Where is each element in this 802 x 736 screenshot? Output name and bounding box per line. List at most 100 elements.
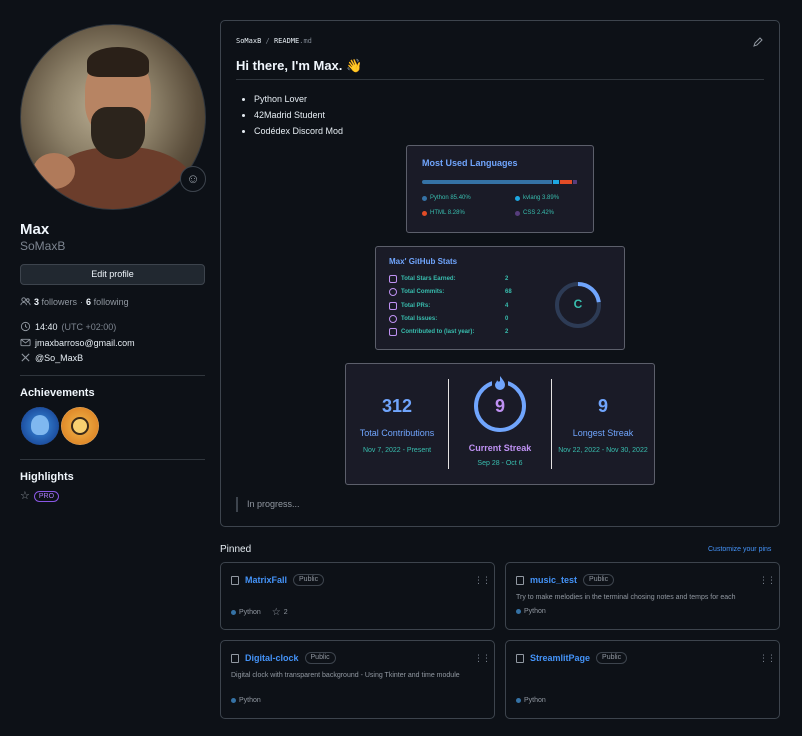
x-handle-link[interactable]: @So_MaxB xyxy=(35,353,83,363)
following-label: following xyxy=(93,296,129,307)
edit-profile-button[interactable]: Edit profile xyxy=(20,264,205,285)
drag-handle-icon[interactable]: ⋮⋮ xyxy=(759,653,776,664)
repo-header: StreamlitPage Public xyxy=(516,652,628,664)
stat-row: Total Stars Earned: xyxy=(389,275,456,283)
language-label: Python 85.40% xyxy=(430,195,471,201)
repo-stars-link[interactable]: 2 xyxy=(284,609,288,616)
repo-language: Python xyxy=(524,697,546,704)
smiley-icon: ☺ xyxy=(186,171,200,186)
pro-highlight: ☆ PRO xyxy=(20,491,60,502)
yolo-icon xyxy=(71,417,89,435)
repo-link[interactable]: music_test xyxy=(530,575,577,585)
repo-icon xyxy=(516,575,524,585)
language-label: kvlang 3.89% xyxy=(523,195,560,201)
languages-bar xyxy=(422,180,578,184)
language-dot xyxy=(516,609,521,614)
achievement-badge-yolo[interactable] xyxy=(61,407,99,445)
profile-name: Max xyxy=(20,221,50,238)
stat-row: Contributed to (last year): xyxy=(389,328,474,336)
timezone-value: (UTC +02:00) xyxy=(61,321,117,332)
divider xyxy=(20,375,205,376)
separator-dot: · xyxy=(80,296,84,307)
shark-icon xyxy=(31,415,49,435)
star-icon: ☆ xyxy=(271,607,281,618)
highlights-title: Highlights xyxy=(20,471,74,483)
local-time: 14:40 (UTC +02:00) xyxy=(20,321,116,332)
people-icon xyxy=(20,297,31,306)
drag-handle-icon[interactable]: ⋮⋮ xyxy=(474,653,491,664)
repo-header: Digital-clock Public xyxy=(231,652,336,664)
repo-language: Python xyxy=(239,697,261,704)
stats-card-title: Max' GitHub Stats xyxy=(389,257,458,266)
profile-username: SoMaxB xyxy=(20,239,66,253)
issue-icon xyxy=(389,315,397,323)
language-dot xyxy=(231,610,236,615)
longest-streak-value: 9 xyxy=(597,396,608,416)
repo-description: Try to make melodies in the terminal cho… xyxy=(516,594,736,601)
stat-label: Contributed to (last year): xyxy=(401,329,475,335)
stat-label: Total Stars Earned: xyxy=(401,276,456,282)
set-status-button[interactable]: ☺ xyxy=(180,166,206,192)
visibility-badge: Public xyxy=(293,574,325,586)
stat-value: 2 xyxy=(505,329,509,335)
total-contributions-label: Total Contributions xyxy=(359,428,435,438)
total-contributions-value: 312 xyxy=(381,396,413,416)
repo-meta: Python xyxy=(516,697,546,704)
clock-icon xyxy=(20,321,31,332)
stat-row: Total Commits: xyxy=(389,288,444,296)
longest-streak-range: Nov 22, 2022 - Nov 30, 2022 xyxy=(558,447,648,454)
stat-label: Total Issues: xyxy=(401,316,438,322)
readme-path: SoMaxB / README.md xyxy=(236,37,312,45)
language-item: Python 85.40% xyxy=(422,195,471,201)
visibility-badge: Public xyxy=(596,652,628,664)
streak-divider xyxy=(448,379,449,469)
achievements-title[interactable]: Achievements xyxy=(20,387,95,399)
edit-readme-button[interactable] xyxy=(752,36,764,50)
repo-link[interactable]: MatrixFall xyxy=(245,575,287,585)
list-item: 42Madrid Student xyxy=(254,107,343,123)
current-streak-value: 9 xyxy=(494,396,505,416)
stat-row: Total Issues: xyxy=(389,315,437,323)
repo-icon xyxy=(516,653,524,663)
following-link[interactable]: 6 following xyxy=(86,297,129,307)
avatar-photo-beard xyxy=(91,107,145,159)
profile-avatar[interactable] xyxy=(20,24,206,210)
repo-link[interactable]: StreamlitPage xyxy=(530,653,590,663)
customize-pins-link[interactable]: Customize your pins xyxy=(708,546,771,553)
stat-value: 68 xyxy=(505,289,512,295)
repo-meta: Python xyxy=(516,608,546,615)
repo-language: Python xyxy=(239,609,261,616)
path-separator: / xyxy=(265,37,270,45)
pro-badge[interactable]: PRO xyxy=(33,491,60,502)
avatar-photo-hand xyxy=(33,153,75,189)
pencil-icon xyxy=(753,37,763,47)
stat-value: 2 xyxy=(505,276,509,282)
stat-row: Total PRs: xyxy=(389,302,430,310)
avatar-photo-hair xyxy=(87,47,149,77)
history-icon xyxy=(389,288,397,296)
language-dot xyxy=(422,210,427,216)
divider xyxy=(20,459,205,460)
drag-handle-icon[interactable]: ⋮⋮ xyxy=(474,575,491,586)
readme-file-name[interactable]: README xyxy=(274,37,299,45)
language-bar-segment xyxy=(422,180,552,184)
mail-icon xyxy=(20,338,31,347)
following-count: 6 xyxy=(86,296,92,307)
list-item: Python Lover xyxy=(254,91,343,107)
followers-count: 3 xyxy=(34,296,40,307)
drag-handle-icon[interactable]: ⋮⋮ xyxy=(759,575,776,586)
x-logo-icon xyxy=(21,353,30,362)
readme-heading: Hi there, I'm Max. 👋 xyxy=(236,58,363,73)
language-dot xyxy=(515,195,520,201)
repo-header: music_test Public xyxy=(516,574,615,586)
repo-header: MatrixFall Public xyxy=(231,574,325,586)
followers-link[interactable]: 3 followers xyxy=(34,297,77,307)
readme-owner-link[interactable]: SoMaxB xyxy=(236,37,261,45)
in-progress-quote: In progress... xyxy=(236,497,300,512)
language-dot xyxy=(515,210,520,216)
achievement-badge-shark[interactable] xyxy=(21,407,59,445)
current-streak-range: Sep 28 - Oct 6 xyxy=(477,460,523,467)
repo-link[interactable]: Digital-clock xyxy=(245,653,299,663)
email-link[interactable]: jmaxbarroso@gmail.com xyxy=(35,338,135,348)
email-row: jmaxbarroso@gmail.com xyxy=(20,337,135,348)
